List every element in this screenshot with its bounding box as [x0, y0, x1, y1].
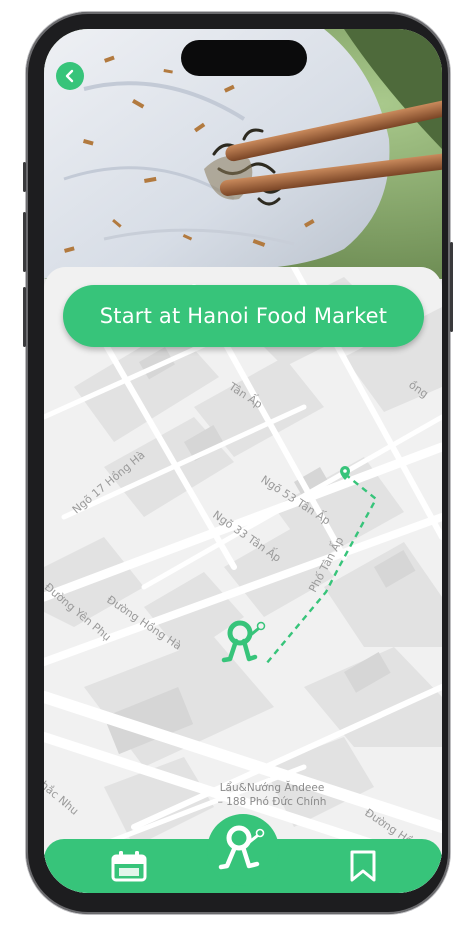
- app-screen: Ngõ 17 Hồng Hà Ngõ 53 Tân Ấp Ngõ 33 Tân …: [44, 29, 442, 893]
- calendar-icon: [111, 851, 147, 882]
- dynamic-island: [181, 40, 307, 76]
- tab-walk[interactable]: [207, 814, 279, 886]
- bookmark-icon: [350, 850, 376, 882]
- map-poi[interactable]: Lẩu&Nướng Ăndeee – 188 Phó Đức Chính: [212, 781, 332, 809]
- poi-address: – 188 Phó Đức Chính: [217, 796, 327, 808]
- back-button[interactable]: [56, 62, 84, 90]
- volume-down-button: [23, 287, 26, 347]
- poi-name: Lẩu&Nướng Ăndeee: [219, 782, 325, 794]
- power-button: [450, 242, 453, 332]
- tab-bookmarks[interactable]: [341, 847, 385, 885]
- volume-up-button: [23, 212, 26, 272]
- mute-switch: [23, 162, 26, 192]
- tab-schedule[interactable]: [107, 847, 151, 885]
- start-route-button[interactable]: Start at Hanoi Food Market: [63, 285, 424, 347]
- chevron-left-icon: [65, 69, 74, 83]
- walker-icon: [218, 825, 265, 870]
